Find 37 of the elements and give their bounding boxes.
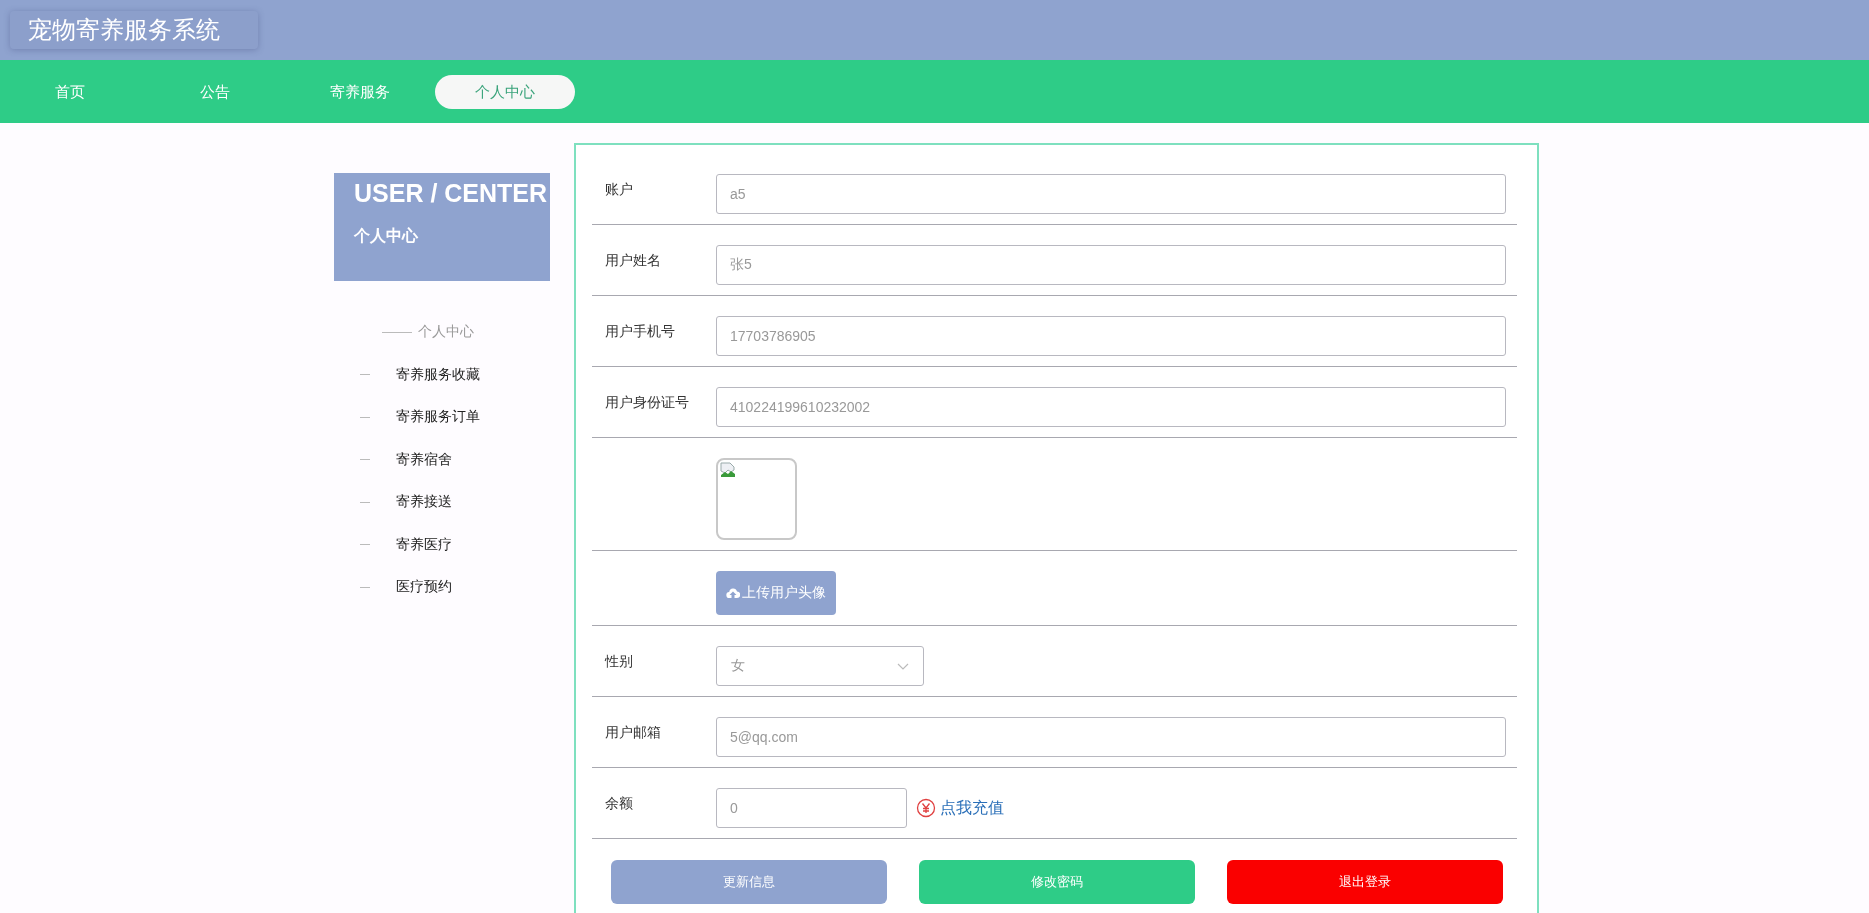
- sidebar-item[interactable]: 寄养医疗: [396, 535, 452, 554]
- yen-icon: [916, 798, 936, 818]
- sidebar-item[interactable]: 寄养接送: [396, 493, 452, 512]
- field-label: 用户邮箱: [605, 724, 662, 742]
- input-field[interactable]: 410224199610232002: [716, 387, 1506, 427]
- field-label: 用户姓名: [605, 252, 662, 270]
- sidebar-item[interactable]: 寄养服务订单: [396, 408, 480, 427]
- input-field[interactable]: a5: [716, 174, 1506, 214]
- field-label: 账户: [605, 181, 634, 199]
- nav-tab[interactable]: 个人中心: [435, 74, 575, 109]
- input-field[interactable]: 5@qq.com: [716, 717, 1506, 757]
- nav-tab[interactable]: 首页: [0, 74, 140, 109]
- action-button[interactable]: 更新信息: [611, 860, 887, 904]
- chevron-down-icon: [897, 662, 909, 670]
- nav-tab[interactable]: 寄养服务: [290, 74, 430, 109]
- recharge-link[interactable]: 点我充值: [940, 797, 1004, 819]
- sidebar-item[interactable]: 寄养服务收藏: [396, 365, 480, 384]
- input-field[interactable]: 张5: [716, 245, 1506, 285]
- action-button[interactable]: 退出登录: [1227, 860, 1503, 904]
- broken-image-icon: [720, 462, 736, 478]
- select-field[interactable]: 女: [716, 646, 924, 686]
- sidebar-item[interactable]: 个人中心: [418, 323, 474, 342]
- field-label: 余额: [605, 795, 634, 813]
- nav-tab[interactable]: 公告: [145, 74, 285, 109]
- input-field[interactable]: 0: [716, 788, 907, 828]
- field-label: 用户身份证号: [605, 394, 690, 412]
- site-title: 宠物寄养服务系统: [10, 11, 258, 49]
- cloud-upload-icon: [726, 587, 740, 599]
- field-label: 用户手机号: [605, 323, 676, 341]
- sidebar-title: USER / CENTER: [354, 179, 548, 208]
- sidebar-item[interactable]: 寄养宿舍: [396, 450, 452, 469]
- upload-button[interactable]: 上传用户头像: [716, 571, 836, 615]
- input-field[interactable]: 17703786905: [716, 316, 1506, 356]
- action-button[interactable]: 修改密码: [919, 860, 1195, 904]
- sidebar-subtitle: 个人中心: [354, 226, 418, 246]
- sidebar-item[interactable]: 医疗预约: [396, 578, 452, 597]
- field-label: 性别: [605, 653, 634, 671]
